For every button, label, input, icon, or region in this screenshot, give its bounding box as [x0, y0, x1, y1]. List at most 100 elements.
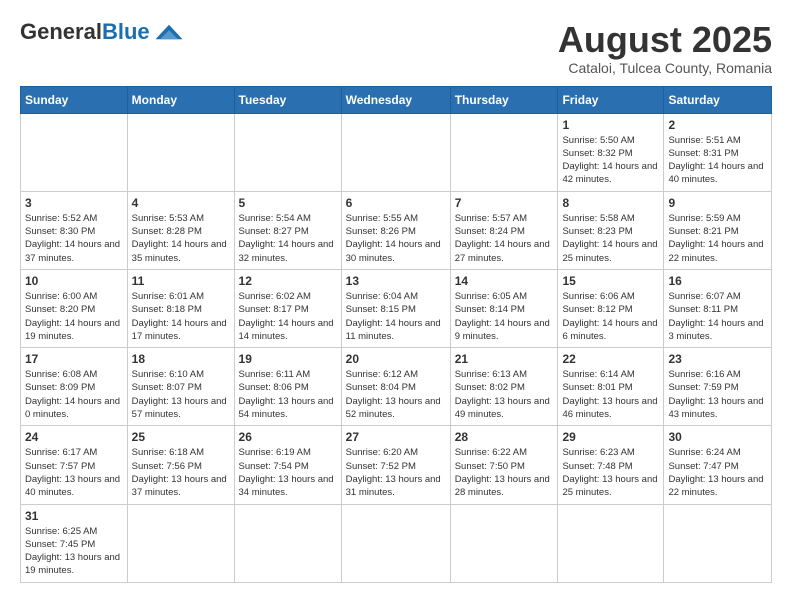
logo-text: GeneralBlue	[20, 20, 150, 44]
calendar-week-row: 31Sunrise: 6:25 AM Sunset: 7:45 PM Dayli…	[21, 504, 772, 582]
calendar-cell: 30 Sunrise: 6:24 AM Sunset: 7:47 PM Dayli…	[664, 426, 772, 504]
day-info: Sunrise: 5:59 AM Sunset: 8:21 PM Dayligh…	[668, 212, 767, 265]
day-number: 30	[668, 430, 767, 444]
calendar-cell: 8 Sunrise: 5:58 AM Sunset: 8:23 PM Daylig…	[558, 191, 664, 269]
day-number: 8	[562, 196, 659, 210]
day-number: 4	[132, 196, 230, 210]
day-info: Sunrise: 6:06 AM Sunset: 8:12 PM Dayligh…	[562, 290, 659, 343]
calendar-cell: 11 Sunrise: 6:01 AM Sunset: 8:18 PM Dayli…	[127, 269, 234, 347]
calendar-cell: 3Sunrise: 5:52 AM Sunset: 8:30 PM Daylig…	[21, 191, 128, 269]
day-number: 11	[132, 274, 230, 288]
day-info: Sunrise: 5:58 AM Sunset: 8:23 PM Dayligh…	[562, 212, 659, 265]
calendar-cell: 29Sunrise: 6:23 AM Sunset: 7:48 PM Dayli…	[558, 426, 664, 504]
day-number: 24	[25, 430, 123, 444]
day-info: Sunrise: 5:51 AM Sunset: 8:31 PM Dayligh…	[668, 134, 767, 187]
calendar-cell: 17 Sunrise: 6:08 AM Sunset: 8:09 PM Dayli…	[21, 348, 128, 426]
day-info: Sunrise: 6:05 AM Sunset: 8:14 PM Dayligh…	[455, 290, 554, 343]
day-info: Sunrise: 6:16 AM Sunset: 7:59 PM Dayligh…	[668, 368, 767, 421]
logo-area: GeneralBlue	[20, 20, 184, 44]
calendar-cell: 14 Sunrise: 6:05 AM Sunset: 8:14 PM Dayli…	[450, 269, 558, 347]
calendar-cell	[341, 504, 450, 582]
day-info: Sunrise: 6:20 AM Sunset: 7:52 PM Dayligh…	[346, 446, 446, 499]
calendar-cell: 24 Sunrise: 6:17 AM Sunset: 7:57 PM Dayli…	[21, 426, 128, 504]
calendar-cell: 31Sunrise: 6:25 AM Sunset: 7:45 PM Dayli…	[21, 504, 128, 582]
weekday-header-wednesday: Wednesday	[341, 86, 450, 113]
calendar-cell: 13 Sunrise: 6:04 AM Sunset: 8:15 PM Dayli…	[341, 269, 450, 347]
day-number: 6	[346, 196, 446, 210]
weekday-header-saturday: Saturday	[664, 86, 772, 113]
calendar-week-row: 10Sunrise: 6:00 AM Sunset: 8:20 PM Dayli…	[21, 269, 772, 347]
day-info: Sunrise: 6:10 AM Sunset: 8:07 PM Dayligh…	[132, 368, 230, 421]
calendar-week-row: 1 Sunrise: 5:50 AM Sunset: 8:32 PM Daylig…	[21, 113, 772, 191]
calendar-cell	[234, 113, 341, 191]
day-info: Sunrise: 6:02 AM Sunset: 8:17 PM Dayligh…	[239, 290, 337, 343]
calendar-title: August 2025	[558, 20, 772, 60]
calendar-cell	[664, 504, 772, 582]
day-info: Sunrise: 6:04 AM Sunset: 8:15 PM Dayligh…	[346, 290, 446, 343]
day-info: Sunrise: 6:17 AM Sunset: 7:57 PM Dayligh…	[25, 446, 123, 499]
weekday-header-row: SundayMondayTuesdayWednesdayThursdayFrid…	[21, 86, 772, 113]
calendar-table: SundayMondayTuesdayWednesdayThursdayFrid…	[20, 86, 772, 583]
day-number: 18	[132, 352, 230, 366]
page-header: GeneralBlue August 2025 Cataloi, Tulcea …	[20, 20, 772, 76]
day-number: 20	[346, 352, 446, 366]
calendar-cell	[234, 504, 341, 582]
calendar-week-row: 17 Sunrise: 6:08 AM Sunset: 8:09 PM Dayli…	[21, 348, 772, 426]
day-number: 15	[562, 274, 659, 288]
day-number: 19	[239, 352, 337, 366]
day-number: 1	[562, 118, 659, 132]
day-number: 21	[455, 352, 554, 366]
day-number: 26	[239, 430, 337, 444]
day-number: 17	[25, 352, 123, 366]
day-number: 13	[346, 274, 446, 288]
day-number: 31	[25, 509, 123, 523]
day-info: Sunrise: 6:07 AM Sunset: 8:11 PM Dayligh…	[668, 290, 767, 343]
day-number: 23	[668, 352, 767, 366]
day-info: Sunrise: 6:24 AM Sunset: 7:47 PM Dayligh…	[668, 446, 767, 499]
weekday-header-tuesday: Tuesday	[234, 86, 341, 113]
calendar-cell: 22 Sunrise: 6:14 AM Sunset: 8:01 PM Dayli…	[558, 348, 664, 426]
day-info: Sunrise: 6:08 AM Sunset: 8:09 PM Dayligh…	[25, 368, 123, 421]
calendar-cell: 16 Sunrise: 6:07 AM Sunset: 8:11 PM Dayli…	[664, 269, 772, 347]
calendar-cell: 21 Sunrise: 6:13 AM Sunset: 8:02 PM Dayli…	[450, 348, 558, 426]
day-number: 9	[668, 196, 767, 210]
day-info: Sunrise: 6:14 AM Sunset: 8:01 PM Dayligh…	[562, 368, 659, 421]
day-info: Sunrise: 5:57 AM Sunset: 8:24 PM Dayligh…	[455, 212, 554, 265]
day-info: Sunrise: 5:50 AM Sunset: 8:32 PM Dayligh…	[562, 134, 659, 187]
day-info: Sunrise: 5:53 AM Sunset: 8:28 PM Dayligh…	[132, 212, 230, 265]
calendar-cell: 23 Sunrise: 6:16 AM Sunset: 7:59 PM Dayli…	[664, 348, 772, 426]
day-info: Sunrise: 5:54 AM Sunset: 8:27 PM Dayligh…	[239, 212, 337, 265]
day-info: Sunrise: 6:13 AM Sunset: 8:02 PM Dayligh…	[455, 368, 554, 421]
day-number: 14	[455, 274, 554, 288]
calendar-cell: 9 Sunrise: 5:59 AM Sunset: 8:21 PM Daylig…	[664, 191, 772, 269]
day-number: 10	[25, 274, 123, 288]
calendar-cell: 2 Sunrise: 5:51 AM Sunset: 8:31 PM Daylig…	[664, 113, 772, 191]
day-number: 29	[562, 430, 659, 444]
calendar-cell	[127, 504, 234, 582]
calendar-cell	[127, 113, 234, 191]
day-info: Sunrise: 6:18 AM Sunset: 7:56 PM Dayligh…	[132, 446, 230, 499]
day-number: 2	[668, 118, 767, 132]
calendar-cell: 18 Sunrise: 6:10 AM Sunset: 8:07 PM Dayli…	[127, 348, 234, 426]
calendar-cell	[558, 504, 664, 582]
calendar-cell	[450, 113, 558, 191]
calendar-cell: 20Sunrise: 6:12 AM Sunset: 8:04 PM Dayli…	[341, 348, 450, 426]
calendar-cell: 19Sunrise: 6:11 AM Sunset: 8:06 PM Dayli…	[234, 348, 341, 426]
day-number: 16	[668, 274, 767, 288]
day-number: 12	[239, 274, 337, 288]
day-number: 22	[562, 352, 659, 366]
day-info: Sunrise: 6:19 AM Sunset: 7:54 PM Dayligh…	[239, 446, 337, 499]
calendar-cell	[450, 504, 558, 582]
day-number: 25	[132, 430, 230, 444]
weekday-header-friday: Friday	[558, 86, 664, 113]
calendar-week-row: 24 Sunrise: 6:17 AM Sunset: 7:57 PM Dayli…	[21, 426, 772, 504]
calendar-cell: 10Sunrise: 6:00 AM Sunset: 8:20 PM Dayli…	[21, 269, 128, 347]
day-number: 3	[25, 196, 123, 210]
calendar-cell: 27Sunrise: 6:20 AM Sunset: 7:52 PM Dayli…	[341, 426, 450, 504]
weekday-header-monday: Monday	[127, 86, 234, 113]
calendar-cell: 15 Sunrise: 6:06 AM Sunset: 8:12 PM Dayli…	[558, 269, 664, 347]
weekday-header-thursday: Thursday	[450, 86, 558, 113]
day-info: Sunrise: 6:01 AM Sunset: 8:18 PM Dayligh…	[132, 290, 230, 343]
day-info: Sunrise: 5:55 AM Sunset: 8:26 PM Dayligh…	[346, 212, 446, 265]
title-area: August 2025 Cataloi, Tulcea County, Roma…	[558, 20, 772, 76]
